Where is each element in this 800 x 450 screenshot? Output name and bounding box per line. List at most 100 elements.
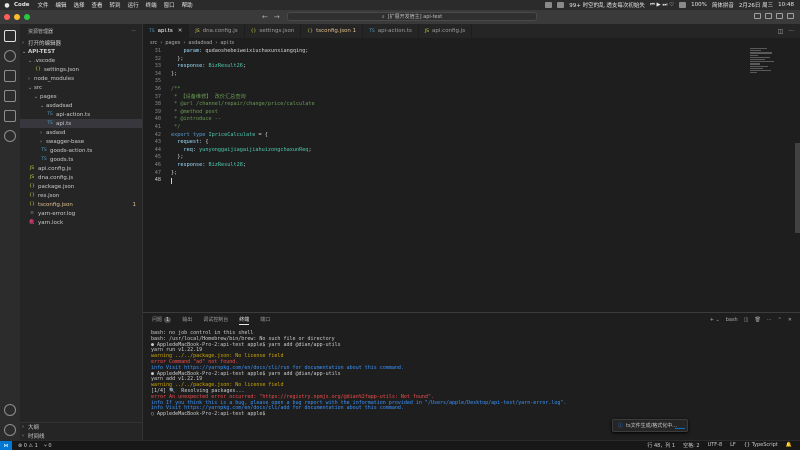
remote-explorer-icon[interactable] xyxy=(4,130,16,142)
code-line[interactable]: 37 * 【设备维修】 改价汇总查询 xyxy=(143,94,743,102)
menu-item[interactable]: 终端 xyxy=(146,1,157,9)
tree-item[interactable]: JS dna.config.js xyxy=(20,173,142,182)
code-line[interactable]: 42 export type IpriceCalculate = { xyxy=(143,132,743,140)
kill-terminal-icon[interactable]: 🗑 xyxy=(754,317,760,323)
close-window-button[interactable] xyxy=(4,14,10,20)
account-icon[interactable] xyxy=(4,404,16,416)
extensions-icon[interactable] xyxy=(4,110,16,122)
panel-tab[interactable]: 问题 1 xyxy=(152,316,172,325)
remote-indicator-icon[interactable]: ⋈ xyxy=(0,440,12,450)
notifications-bell-icon[interactable]: 🔔 xyxy=(786,442,792,449)
tree-item[interactable]: TS api.ts xyxy=(20,119,142,128)
new-terminal-icon[interactable]: + ⌄ xyxy=(710,317,720,323)
settings-gear-icon[interactable] xyxy=(4,424,16,436)
more-actions-icon[interactable]: ··· xyxy=(767,317,772,323)
cursor-position[interactable]: 行 48，列 1 xyxy=(647,442,675,449)
minimize-window-button[interactable] xyxy=(14,14,20,20)
open-editors-section[interactable]: › 打开的编辑器 xyxy=(20,38,142,47)
code-line[interactable]: 46 response: BizResult28; xyxy=(143,162,743,170)
code-line[interactable]: 44 req: yunyonggaijiagaijiahuizongchaxun… xyxy=(143,147,743,155)
close-panel-icon[interactable]: ✕ xyxy=(788,317,792,323)
menubar-time[interactable]: 10:48 xyxy=(778,2,794,8)
tree-item[interactable]: › swagger-base xyxy=(20,137,142,146)
tree-item[interactable]: ⌄ asdadsad xyxy=(20,101,142,110)
line-endings[interactable]: LF xyxy=(730,442,736,449)
code-line[interactable]: 35 xyxy=(143,78,743,86)
run-debug-icon[interactable] xyxy=(4,90,16,102)
tree-item[interactable]: {} tsconfig.json 1 xyxy=(20,200,142,209)
code-line[interactable]: 48 xyxy=(143,177,743,185)
code-line[interactable]: 31 param: qudaoshebeiweixiuchaxunxiangqi… xyxy=(143,48,743,56)
maximize-window-button[interactable] xyxy=(24,14,30,20)
close-tab-icon[interactable]: ✕ xyxy=(178,28,183,34)
code-line[interactable]: 38 * @url /channel/repair/change/price/c… xyxy=(143,101,743,109)
project-root[interactable]: ⌄ API-TEST xyxy=(20,47,142,56)
indentation[interactable]: 空格: 2 xyxy=(683,442,699,449)
tree-item[interactable]: TS api-action.ts xyxy=(20,110,142,119)
tab-dna-config-js[interactable]: JS dna.config.js xyxy=(189,24,245,38)
terminal-shell-label[interactable]: bash xyxy=(726,317,738,323)
command-center[interactable]: ⌕ [扩展开发宿主] api-test xyxy=(287,12,537,21)
tree-item[interactable]: {} settings.json xyxy=(20,65,142,74)
menu-item[interactable]: 选择 xyxy=(74,1,85,9)
customize-layout-icon[interactable] xyxy=(787,13,794,19)
menu-item[interactable]: 帮助 xyxy=(182,1,193,9)
menu-item[interactable]: 编辑 xyxy=(56,1,67,9)
forward-arrow-icon[interactable]: → xyxy=(274,13,280,21)
panel-tab[interactable]: 端口 xyxy=(260,316,270,325)
language-mode[interactable]: {} TypeScript xyxy=(744,442,778,449)
panel-tab[interactable]: 调试控制台 xyxy=(203,316,228,325)
ports-count[interactable]: ⑂ 0 xyxy=(44,443,52,449)
code-editor[interactable]: 31 param: qudaoshebeiweixiuchaxunxiangqi… xyxy=(143,48,800,312)
search-icon[interactable] xyxy=(4,50,16,62)
tab-api-config-js[interactable]: JS api.config.js xyxy=(419,24,473,38)
tab-settings-json[interactable]: {} settings.json xyxy=(245,24,302,38)
tray-icon[interactable] xyxy=(557,2,565,8)
tree-item[interactable]: {} res.json xyxy=(20,191,142,200)
menu-item[interactable]: 窗口 xyxy=(164,1,175,9)
more-actions-icon[interactable]: ··· xyxy=(788,28,794,35)
source-control-icon[interactable] xyxy=(4,70,16,82)
back-arrow-icon[interactable]: ← xyxy=(262,13,268,21)
file-encoding[interactable]: UTF-8 xyxy=(708,442,723,449)
timeline-section[interactable]: › 时间线 xyxy=(20,431,143,440)
tree-item[interactable]: ≡ yarn-error.log xyxy=(20,209,142,218)
tray-icon[interactable] xyxy=(545,2,553,8)
menu-item[interactable]: 查看 xyxy=(92,1,103,9)
menubar-status-text[interactable]: 99+ 时空的乱 透支每次初始失 xyxy=(569,1,645,9)
tree-item[interactable]: {} package.json xyxy=(20,182,142,191)
menu-item[interactable]: 文件 xyxy=(37,1,48,9)
minimap[interactable] xyxy=(750,48,778,88)
problems-count[interactable]: ⊗ 0 ⚠ 1 xyxy=(18,443,38,449)
tree-item[interactable]: ⌄ src xyxy=(20,83,142,92)
toggle-panel-icon[interactable] xyxy=(765,13,772,19)
tab-api-action-ts[interactable]: TS api-action.ts xyxy=(363,24,419,38)
panel-tab[interactable]: 终端 xyxy=(239,316,250,325)
menu-item[interactable]: 运行 xyxy=(128,1,139,9)
breadcrumb-item[interactable]: api.ts xyxy=(220,40,234,46)
maximize-panel-icon[interactable]: ⌃ xyxy=(778,317,782,323)
tree-item[interactable]: TS goods.ts xyxy=(20,155,142,164)
code-line[interactable]: 34}; xyxy=(143,71,743,79)
wifi-icon[interactable] xyxy=(679,2,687,8)
code-line[interactable]: 32 }; xyxy=(143,56,743,64)
apple-logo-icon[interactable]: ● xyxy=(0,2,14,9)
explorer-icon[interactable] xyxy=(4,30,16,42)
code-line[interactable]: 39 * @method post xyxy=(143,109,743,117)
tree-item[interactable]: ⌄ pages xyxy=(20,92,142,101)
input-method[interactable]: 简体拼音 xyxy=(712,1,734,9)
code-line[interactable]: 45 }; xyxy=(143,154,743,162)
menubar-date[interactable]: 2月26日 周三 xyxy=(739,1,773,9)
code-line[interactable]: 47}; xyxy=(143,170,743,178)
split-editor-icon[interactable]: ◫ xyxy=(778,28,784,35)
breadcrumb-item[interactable]: asdadsad xyxy=(188,40,212,46)
tree-item[interactable]: 🧶 yarn.lock xyxy=(20,218,142,227)
progress-notification[interactable]: ⓘ ts文件生成/格式化中... xyxy=(612,419,688,432)
tab-tsconfig-json-1[interactable]: {} tsconfig.json 1 xyxy=(301,24,364,38)
code-line[interactable]: 40 * @introduce -- xyxy=(143,116,743,124)
tab-api-ts[interactable]: TS api.ts ✕ xyxy=(143,24,190,38)
more-actions-icon[interactable]: ··· xyxy=(131,28,136,34)
code-line[interactable]: 36 /** xyxy=(143,86,743,94)
toggle-sidebar-icon[interactable] xyxy=(754,13,761,19)
media-controls-icon[interactable]: ⏮ ▶ ⏭ ♡ xyxy=(650,2,674,9)
